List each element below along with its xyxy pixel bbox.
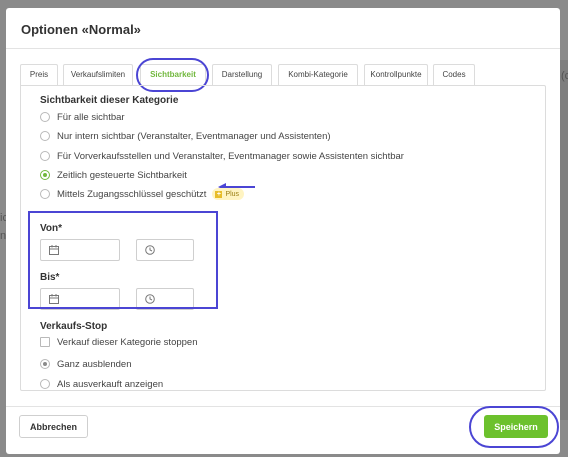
tab-bar: Preis Verkaufslimiten Sichtbarkeit Darst… bbox=[20, 64, 546, 85]
tab-codes[interactable]: Codes bbox=[433, 64, 475, 85]
plus-badge-label: Plus bbox=[225, 190, 240, 198]
visibility-option-all[interactable]: Für alle sichtbar bbox=[40, 110, 125, 124]
tab-verkaufslimiten[interactable]: Verkaufslimiten bbox=[63, 64, 133, 85]
tab-panel-sichtbarkeit: Sichtbarkeit dieser Kategorie Für alle s… bbox=[20, 85, 546, 391]
sales-stop-option-hide[interactable]: Ganz ausblenden bbox=[40, 357, 131, 371]
radio-button-selected[interactable] bbox=[40, 170, 50, 180]
tab-kombi-kategorie[interactable]: Kombi-Kategorie bbox=[278, 64, 358, 85]
visibility-option-presale[interactable]: Für Vorverkaufsstellen und Veranstalter,… bbox=[40, 149, 404, 163]
option-label: Nur intern sichtbar (Veranstalter, Event… bbox=[57, 130, 331, 142]
option-label: Für Vorverkaufsstellen und Veranstalter,… bbox=[57, 150, 404, 162]
tab-darstellung[interactable]: Darstellung bbox=[212, 64, 272, 85]
radio-button[interactable] bbox=[40, 131, 50, 141]
option-label: Als ausverkauft anzeigen bbox=[57, 378, 164, 390]
cancel-button[interactable]: Abbrechen bbox=[19, 415, 88, 438]
plus-badge: + Plus bbox=[212, 188, 245, 200]
options-modal: Optionen «Normal» Preis Verkaufslimiten … bbox=[6, 8, 560, 454]
option-label: Ganz ausblenden bbox=[57, 358, 132, 370]
sales-stop-heading: Verkaufs-Stop bbox=[40, 321, 108, 332]
background-text-fragment: (c bbox=[561, 70, 568, 82]
radio-button[interactable] bbox=[40, 189, 50, 199]
modal-header: Optionen «Normal» bbox=[6, 8, 560, 49]
modal-footer: Abbrechen Speichern bbox=[6, 406, 560, 454]
sales-stop-option-soldout[interactable]: Als ausverkauft anzeigen bbox=[40, 377, 163, 391]
option-label: Mittels Zugangsschlüssel geschützt bbox=[57, 188, 207, 200]
annotation-box-date-range bbox=[28, 211, 218, 309]
option-label: Zeitlich gesteuerte Sichtbarkeit bbox=[57, 169, 187, 181]
visibility-option-access-key[interactable]: Mittels Zugangsschlüssel geschützt + Plu… bbox=[40, 187, 245, 201]
option-label: Für alle sichtbar bbox=[57, 111, 125, 123]
sales-stop-checkbox-row[interactable]: Verkauf dieser Kategorie stoppen bbox=[40, 335, 197, 349]
visibility-heading: Sichtbarkeit dieser Kategorie bbox=[40, 95, 179, 106]
plus-icon: + bbox=[215, 190, 223, 198]
modal-title: Optionen «Normal» bbox=[21, 22, 141, 37]
tab-kontrollpunkte[interactable]: Kontrollpunkte bbox=[364, 64, 428, 85]
radio-button[interactable] bbox=[40, 151, 50, 161]
checkbox-label: Verkauf dieser Kategorie stoppen bbox=[57, 336, 198, 348]
visibility-option-timed[interactable]: Zeitlich gesteuerte Sichtbarkeit bbox=[40, 168, 187, 182]
checkbox[interactable] bbox=[40, 337, 50, 347]
annotation-circle-save bbox=[469, 406, 559, 448]
visibility-option-internal[interactable]: Nur intern sichtbar (Veranstalter, Event… bbox=[40, 129, 331, 143]
radio-button-selected[interactable] bbox=[40, 359, 50, 369]
radio-button[interactable] bbox=[40, 379, 50, 389]
tab-preis[interactable]: Preis bbox=[20, 64, 58, 85]
radio-button[interactable] bbox=[40, 112, 50, 122]
